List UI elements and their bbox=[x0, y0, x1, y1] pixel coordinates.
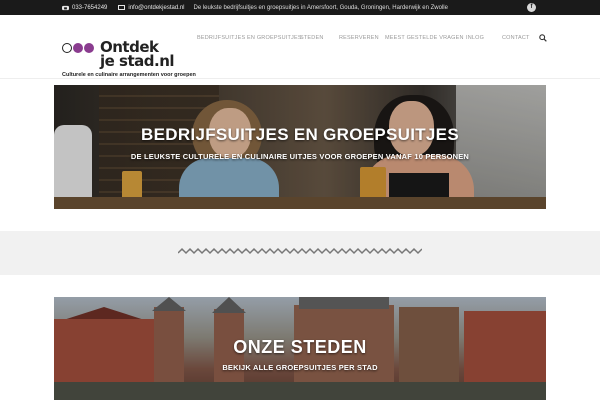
logo-circle bbox=[62, 43, 72, 53]
email-address[interactable]: info@ontdekjestad.nl bbox=[128, 5, 184, 11]
phone-number[interactable]: 033-7654249 bbox=[72, 5, 107, 11]
nav-item-bedrijfsuitjes[interactable]: BEDRIJFSUITJES EN GROEPSUITJES bbox=[197, 35, 302, 41]
logo-line2: je stad.nl bbox=[100, 52, 175, 70]
nav-item-steden[interactable]: STEDEN bbox=[300, 35, 324, 41]
mail-icon bbox=[118, 5, 126, 10]
phone-icon bbox=[62, 5, 69, 10]
logo-circle bbox=[73, 43, 83, 53]
logo-circle bbox=[84, 43, 94, 53]
top-bar: 033-7654249 info@ontdekjestad.nl De leuk… bbox=[0, 0, 600, 15]
topbar-tagline: De leukste bedrijfsuitjes en groepsuitje… bbox=[193, 4, 448, 11]
search-icon[interactable] bbox=[539, 34, 547, 42]
cities-banner[interactable]: ONZE STEDEN BEKIJK ALLE GROEPSUITJES PER… bbox=[54, 297, 546, 400]
hero-banner[interactable]: BEDRIJFSUITJES EN GROEPSUITJES DE LEUKST… bbox=[54, 85, 546, 209]
site-header: Ontdek je stad.nl Culturele en culinaire… bbox=[0, 15, 600, 79]
nav-item-contact[interactable]: CONTACT bbox=[502, 35, 530, 41]
logo-subtitle: Culturele en culinaire arrangementen voo… bbox=[62, 72, 196, 78]
email-contact[interactable]: info@ontdekjestad.nl bbox=[118, 5, 185, 11]
cities-title: ONZE STEDEN bbox=[233, 337, 367, 357]
logo-mark bbox=[62, 43, 94, 53]
facebook-icon[interactable]: f bbox=[527, 3, 536, 12]
phone-contact[interactable]: 033-7654249 bbox=[62, 5, 107, 11]
site-logo[interactable]: Ontdek je stad.nl Culturele en culinaire… bbox=[62, 38, 196, 81]
nav-item-reserveren[interactable]: RESERVEREN bbox=[339, 35, 379, 41]
cities-subtitle: BEKIJK ALLE GROEPSUITJES PER STAD bbox=[222, 363, 378, 372]
nav-item-faq[interactable]: MEEST GESTELDE VRAGEN bbox=[385, 35, 464, 41]
hero-subtitle: DE LEUKSTE CULTURELE EN CULINAIRE UITJES… bbox=[130, 152, 470, 161]
hero-title: BEDRIJFSUITJES EN GROEPSUITJES bbox=[141, 125, 459, 144]
nav-item-inlog[interactable]: INLOG bbox=[466, 35, 484, 41]
zigzag-divider-icon bbox=[178, 247, 422, 255]
